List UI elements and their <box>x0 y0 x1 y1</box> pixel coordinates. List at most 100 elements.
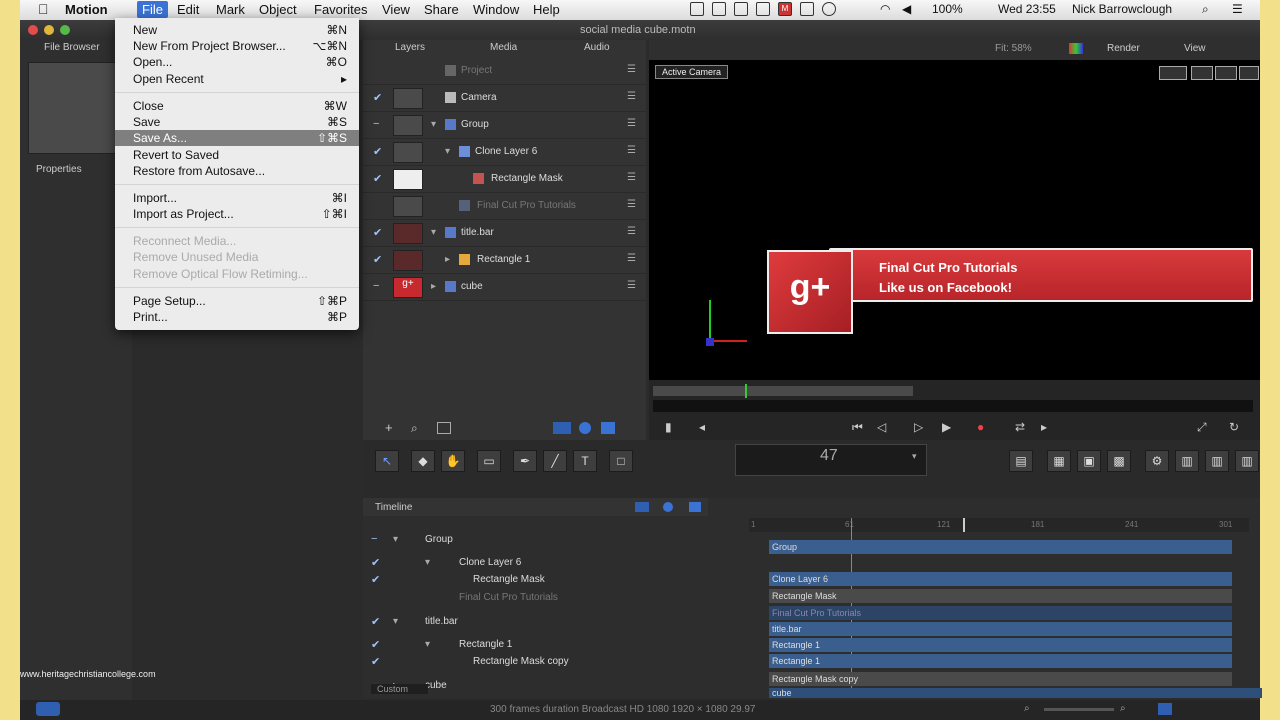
timeline-bar[interactable]: Final Cut Pro Tutorials <box>769 606 1232 620</box>
layer-row-group[interactable]: − ▾ Group ☰ <box>363 112 646 139</box>
lock-icon[interactable]: ☰ <box>627 64 636 75</box>
lock-icon[interactable]: ☰ <box>627 118 636 129</box>
wifi-icon[interactable]: ◠ <box>880 2 890 16</box>
tab-media[interactable]: Media <box>490 42 517 53</box>
view-menu[interactable]: View <box>1184 43 1206 54</box>
lock-icon[interactable]: ☰ <box>627 253 636 264</box>
lock-icon[interactable]: ☰ <box>627 145 636 156</box>
layer-visible-checkbox[interactable]: ✔ <box>371 615 380 628</box>
menu-item-close[interactable]: Close ⌘W <box>115 98 359 114</box>
view-icon[interactable] <box>601 422 615 434</box>
menu-favorites[interactable]: Favorites <box>314 2 367 17</box>
timeline-row-final-cut-pro-tutorials[interactable]: Final Cut Pro Tutorials <box>363 588 708 608</box>
mini-playhead[interactable] <box>745 384 747 398</box>
menu-window[interactable]: Window <box>473 2 519 17</box>
camera-icon[interactable] <box>1159 66 1187 80</box>
record-button[interactable]: ● <box>977 420 984 434</box>
clock[interactable]: Wed 23:55 <box>998 2 1056 16</box>
options-icon[interactable] <box>437 422 451 434</box>
layer-visible-checkbox[interactable]: − <box>373 280 379 292</box>
layer-row-title-bar[interactable]: ✔ ▾ title.bar ☰ <box>363 220 646 247</box>
toggle-panel-icon[interactable]: ▮ <box>665 420 672 434</box>
hud-icon[interactable]: ▩ <box>1107 450 1131 472</box>
timeline-row-group[interactable]: − ▾ Group <box>363 530 708 550</box>
fullscreen-icon[interactable]: ⤢ <box>1197 420 1207 435</box>
timeline-bar[interactable]: Clone Layer 6 <box>769 572 1232 586</box>
fit-zoom-popup[interactable]: Fit: 58% <box>995 43 1032 54</box>
view-icon[interactable] <box>663 502 673 512</box>
layer-row-rectangle-mask[interactable]: ✔ Rectangle Mask ☰ <box>363 166 646 193</box>
lock-icon[interactable]: ☰ <box>627 172 636 183</box>
menu-share[interactable]: Share <box>424 2 459 17</box>
layer-row-clone-layer[interactable]: ✔ ▾ Clone Layer 6 ☰ <box>363 139 646 166</box>
tab-layers[interactable]: Layers <box>395 42 425 53</box>
menu-item-import[interactable]: Import... ⌘I <box>115 190 359 206</box>
timeline-bar[interactable]: cube <box>769 688 1262 698</box>
user-name[interactable]: Nick Barrowclough <box>1072 2 1172 16</box>
zoom-slider[interactable] <box>1044 708 1114 711</box>
spotlight-icon[interactable]: ⌕ <box>1202 2 1209 17</box>
layer-row-project[interactable]: Project ☰ <box>363 58 646 85</box>
menu-view[interactable]: View <box>382 2 410 17</box>
timeline-row-rectangle-mask-copy[interactable]: ✔ Rectangle Mask copy <box>363 652 708 672</box>
view-layout-icon[interactable]: ▤ <box>1009 450 1033 472</box>
layer-row-rectangle-1[interactable]: ✔ ▸ Rectangle 1 ☰ <box>363 247 646 274</box>
select-tool-icon[interactable]: ↖ <box>375 450 399 472</box>
step-forward-icon[interactable]: ▷ <box>914 420 923 434</box>
play-range-out-marker[interactable] <box>963 518 965 532</box>
lock-icon[interactable]: ☰ <box>627 91 636 102</box>
title-banner[interactable]: Final Cut Pro Tutorials Like us on Faceb… <box>829 248 1253 302</box>
inspector-icon[interactable]: ▣ <box>1077 450 1101 472</box>
timeline-row-rectangle-mask[interactable]: ✔ Rectangle Mask <box>363 570 708 590</box>
menu-file[interactable]: File <box>137 1 168 18</box>
layout-icon[interactable]: ▥ <box>1175 450 1199 472</box>
y-axis-handle[interactable] <box>709 300 711 342</box>
menu-item-save[interactable]: Save ⌘S <box>115 114 359 130</box>
tray-icon[interactable] <box>690 2 704 16</box>
layer-visible-checkbox[interactable]: ✔ <box>373 253 382 266</box>
library-icon[interactable]: ▦ <box>1047 450 1071 472</box>
disclosure-triangle-icon[interactable]: ▸ <box>445 254 450 265</box>
pan-tool-icon[interactable]: ✋ <box>441 450 465 472</box>
timeline-preset-select[interactable]: Custom <box>371 684 429 694</box>
disclosure-triangle-icon[interactable]: ▾ <box>393 616 398 627</box>
disclosure-triangle-icon[interactable]: ▾ <box>393 534 398 545</box>
add-layer-icon[interactable]: + <box>385 420 393 435</box>
loop-icon[interactable]: ⇄ <box>1015 420 1025 434</box>
notification-icon[interactable]: ☰ <box>1232 2 1243 16</box>
menu-item-print[interactable]: Print... ⌘P <box>115 309 359 325</box>
layer-visible-checkbox[interactable]: ✔ <box>373 172 382 185</box>
file-browser-tab[interactable]: File Browser <box>44 42 100 53</box>
lock-icon[interactable]: ☰ <box>627 280 636 291</box>
layer-visible-checkbox[interactable]: ✔ <box>373 226 382 239</box>
mute-icon[interactable]: ▸ <box>1041 420 1047 434</box>
disclosure-triangle-icon[interactable]: ▾ <box>431 227 436 238</box>
menu-mark[interactable]: Mark <box>216 2 245 17</box>
view-icon[interactable] <box>579 422 591 434</box>
battery-level[interactable]: 100% <box>932 2 963 16</box>
view-icon[interactable] <box>635 502 649 512</box>
layer-row-camera[interactable]: ✔ Camera ☰ <box>363 85 646 112</box>
layer-visible-checkbox[interactable]: − <box>371 533 377 545</box>
disclosure-triangle-icon[interactable]: ▾ <box>445 146 450 157</box>
tray-icon[interactable] <box>756 2 770 16</box>
z-axis-handle[interactable] <box>706 338 714 346</box>
audio-icon[interactable]: ◂ <box>699 420 705 434</box>
time-machine-icon[interactable] <box>822 2 836 16</box>
bezier-tool-icon[interactable]: ✒ <box>513 450 537 472</box>
tab-audio[interactable]: Audio <box>584 42 610 53</box>
layer-visible-checkbox[interactable]: ✔ <box>371 638 380 651</box>
menu-item-new[interactable]: New ⌘N <box>115 22 359 38</box>
apple-menu-icon[interactable]:  <box>38 1 49 17</box>
layout-icon[interactable]: ▥ <box>1235 450 1259 472</box>
menu-object[interactable]: Object <box>259 2 297 17</box>
chevron-down-icon[interactable]: ▾ <box>912 451 917 462</box>
orbit-camera-icon[interactable] <box>1215 66 1237 80</box>
layer-visible-checkbox[interactable]: ✔ <box>373 91 382 104</box>
loop-playback-icon[interactable]: ↻ <box>1229 420 1239 434</box>
minimize-window-button[interactable] <box>44 25 54 35</box>
properties-tab[interactable]: Properties <box>36 164 82 175</box>
go-to-start-icon[interactable]: ⏮ <box>852 420 863 435</box>
layout-icon[interactable]: ▥ <box>1205 450 1229 472</box>
info-icon[interactable] <box>36 702 60 716</box>
